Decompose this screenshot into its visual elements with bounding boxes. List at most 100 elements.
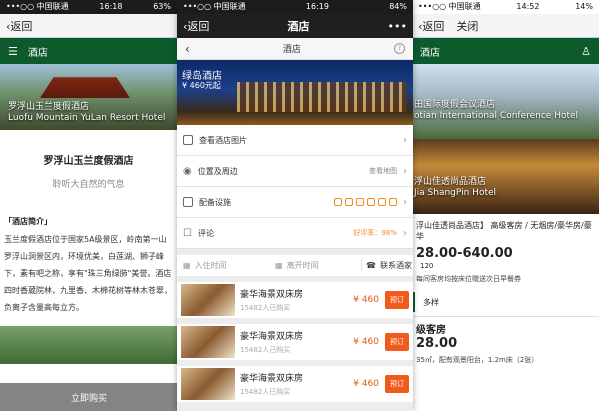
hotel-roof-shape xyxy=(40,77,130,98)
chevron-right-icon: › xyxy=(403,165,407,177)
back-label: 返回 xyxy=(187,20,210,33)
book-button[interactable]: 预订 xyxy=(385,333,409,351)
hotel-hero-image-2[interactable]: 浮山佳透尚品酒店 Jia ShangPin Hotel xyxy=(412,139,599,214)
room-info: 豪华海景双床房 15482人已购买 xyxy=(240,287,353,313)
room-name: 豪华海景双床房 xyxy=(240,374,304,384)
meeting-icon xyxy=(389,198,397,206)
menu-icon[interactable]: ☰ xyxy=(8,45,18,58)
more-tab-label: 多样 xyxy=(423,297,439,307)
carrier: •••○○ 中国联通 xyxy=(418,2,481,11)
clock: 16:19 xyxy=(305,2,329,11)
calendar-icon: ▦ xyxy=(275,261,283,270)
phone-icon: ☎ xyxy=(366,261,376,270)
row-label: 位置及周边 xyxy=(197,166,238,176)
contact-label: 联系酒家 xyxy=(379,261,412,270)
help-icon[interactable]: ? xyxy=(393,43,405,54)
row-facilities[interactable]: 配备设施 › xyxy=(177,187,413,218)
carrier: •••○○ 中国联通 xyxy=(183,2,246,11)
chevron-right-icon: › xyxy=(403,196,407,208)
restaurant-icon xyxy=(356,198,364,206)
contact-hotel-button[interactable]: ☎ 联系酒家 xyxy=(361,260,413,271)
back-button[interactable]: ‹返回 xyxy=(418,18,444,34)
close-button[interactable]: 关闭 xyxy=(456,18,478,34)
book-button[interactable]: 预订 xyxy=(385,291,409,309)
book-button[interactable]: 预订 xyxy=(385,375,409,393)
hotel-slogan: 聆听大自然的气息 xyxy=(52,180,125,190)
row-reviews[interactable]: ☐ 评论 好评率：98% › xyxy=(177,218,413,249)
row-location[interactable]: ◉ 位置及周边 查看地图 › xyxy=(177,156,413,187)
checkin-button[interactable]: ▦ 入住时间 xyxy=(177,260,269,271)
more-icon[interactable]: ••• xyxy=(388,20,407,33)
wifi-icon xyxy=(334,198,342,206)
room-list: 豪华海景双床房 15482人已购买 ¥ 460 预订 豪华海景双床房 15482… xyxy=(177,282,413,408)
hero1-caption-cn: 田国际度假会议酒店 xyxy=(414,100,496,110)
battery: 63% xyxy=(153,2,171,11)
section-title: 酒店 xyxy=(27,47,48,59)
section-title: 酒店 xyxy=(420,47,440,59)
back-label: 返回 xyxy=(422,19,445,33)
hero1-caption-en: otian International Conference Hotel xyxy=(414,111,579,121)
room-thumbnail xyxy=(181,326,235,358)
calendar-icon: ▦ xyxy=(183,261,191,270)
back-button[interactable]: ‹返回 xyxy=(6,18,32,34)
status-bar: •••○○ 中国联通 16:19 84% xyxy=(177,0,413,14)
price-range: 28.00-640.00 xyxy=(416,246,513,261)
location-pin-icon: ◉ xyxy=(183,165,192,177)
room-item[interactable]: 豪华海景双床房 15482人已购买 ¥ 460 预订 xyxy=(177,282,413,324)
battery: 14% xyxy=(575,2,593,11)
room-sold: 15482人已购买 xyxy=(240,388,291,396)
carrier: •••○○ 中国联通 xyxy=(6,2,69,11)
room-item[interactable]: 豪华海景双床房 15482人已购买 ¥ 460 预订 xyxy=(177,366,413,408)
hotel-hero-image-1[interactable]: 田国际度假会议酒店 otian International Conference… xyxy=(412,64,599,139)
intro-heading: 「酒店简介」 xyxy=(4,217,52,226)
hotel-description: 浮山佳透尚品酒店】 高级客房 / 无烟房/豪华房/豪华 xyxy=(416,221,592,241)
room-name: 豪华海景双床房 xyxy=(240,332,304,342)
room-sold: 15482人已购买 xyxy=(240,304,291,312)
gym-icon xyxy=(378,198,386,206)
clock: 14:52 xyxy=(516,2,540,11)
hero-price: ¥ 460元起 xyxy=(182,81,221,90)
chevron-left-icon[interactable]: ‹ xyxy=(185,42,190,56)
section-header: ☰ 酒店 xyxy=(0,38,177,64)
nav-bar: ‹返回 xyxy=(0,14,177,38)
garden-image xyxy=(0,326,177,364)
room-price: ¥ 460 xyxy=(353,337,379,347)
hotel-hero-image: 绿岛酒店 ¥ 460元起 xyxy=(177,60,413,125)
room-sold: 15482人已购买 xyxy=(240,346,291,354)
room-price: ¥ 460 xyxy=(353,379,379,389)
hero2-caption-en: Jia ShangPin Hotel xyxy=(414,188,497,198)
room-count: 120 xyxy=(420,262,434,270)
room-type: 级客房 xyxy=(416,325,446,336)
nav-bar: ‹返回 关闭 xyxy=(412,14,599,38)
more-tab[interactable]: 多样 xyxy=(412,292,599,312)
map-link[interactable]: 查看地图 xyxy=(369,166,397,176)
comment-icon: ☐ xyxy=(183,227,192,239)
room-item[interactable]: 豪华海景双床房 15482人已购买 ¥ 460 预订 xyxy=(177,324,413,366)
phone-middle: •••○○ 中国联通 16:19 84% ‹ 返回 酒店 ••• ‹ 酒店 ? … xyxy=(177,0,413,411)
hero2-caption-cn: 浮山佳透尚品酒店 xyxy=(414,177,487,187)
room-price: ¥ 460 xyxy=(353,295,379,305)
battery: 84% xyxy=(389,2,407,11)
status-bar: •••○○ 中国联通 16:18 63% xyxy=(0,0,177,14)
screenshot-collage: •••○○ 中国联通 16:18 63% ‹返回 ☰ 酒店 罗浮山玉兰度假酒店 … xyxy=(0,0,599,411)
nav-title: 酒店 xyxy=(287,20,310,33)
checkout-label: 离开时间 xyxy=(286,261,319,270)
hotel-hero-image: 罗浮山玉兰度假酒店 Luofu Mountain YuLan Resort Ho… xyxy=(0,64,177,130)
back-label: 返回 xyxy=(10,19,33,33)
room-thumbnail xyxy=(181,368,235,400)
chevron-right-icon: › xyxy=(403,134,407,146)
rating-text: 好评率：98% xyxy=(353,229,397,237)
hero2-caption: 浮山佳透尚品酒店 Jia ShangPin Hotel xyxy=(414,177,496,199)
breakfast-note: 每间客房均按床位赠送次日早餐券 xyxy=(416,275,521,283)
section-header: 酒店 ♙ xyxy=(412,38,599,64)
back-button[interactable]: ‹ 返回 xyxy=(183,18,209,34)
buy-now-button[interactable]: 立即购买 xyxy=(0,383,177,411)
row-photos[interactable]: 查看酒店图片 › xyxy=(177,125,413,156)
hotel-name: 罗浮山玉兰度假酒店 xyxy=(43,156,134,167)
room-spec: 35㎡，配有观景阳台，1.2m床（2张） xyxy=(416,356,539,364)
row-label: 查看酒店图片 xyxy=(199,135,247,145)
status-bar: •••○○ 中国联通 14:52 14% xyxy=(412,0,599,14)
user-icon[interactable]: ♙ xyxy=(581,45,591,58)
checkout-button[interactable]: ▦ 离开时间 xyxy=(269,260,361,271)
room-thumbnail xyxy=(181,284,235,316)
